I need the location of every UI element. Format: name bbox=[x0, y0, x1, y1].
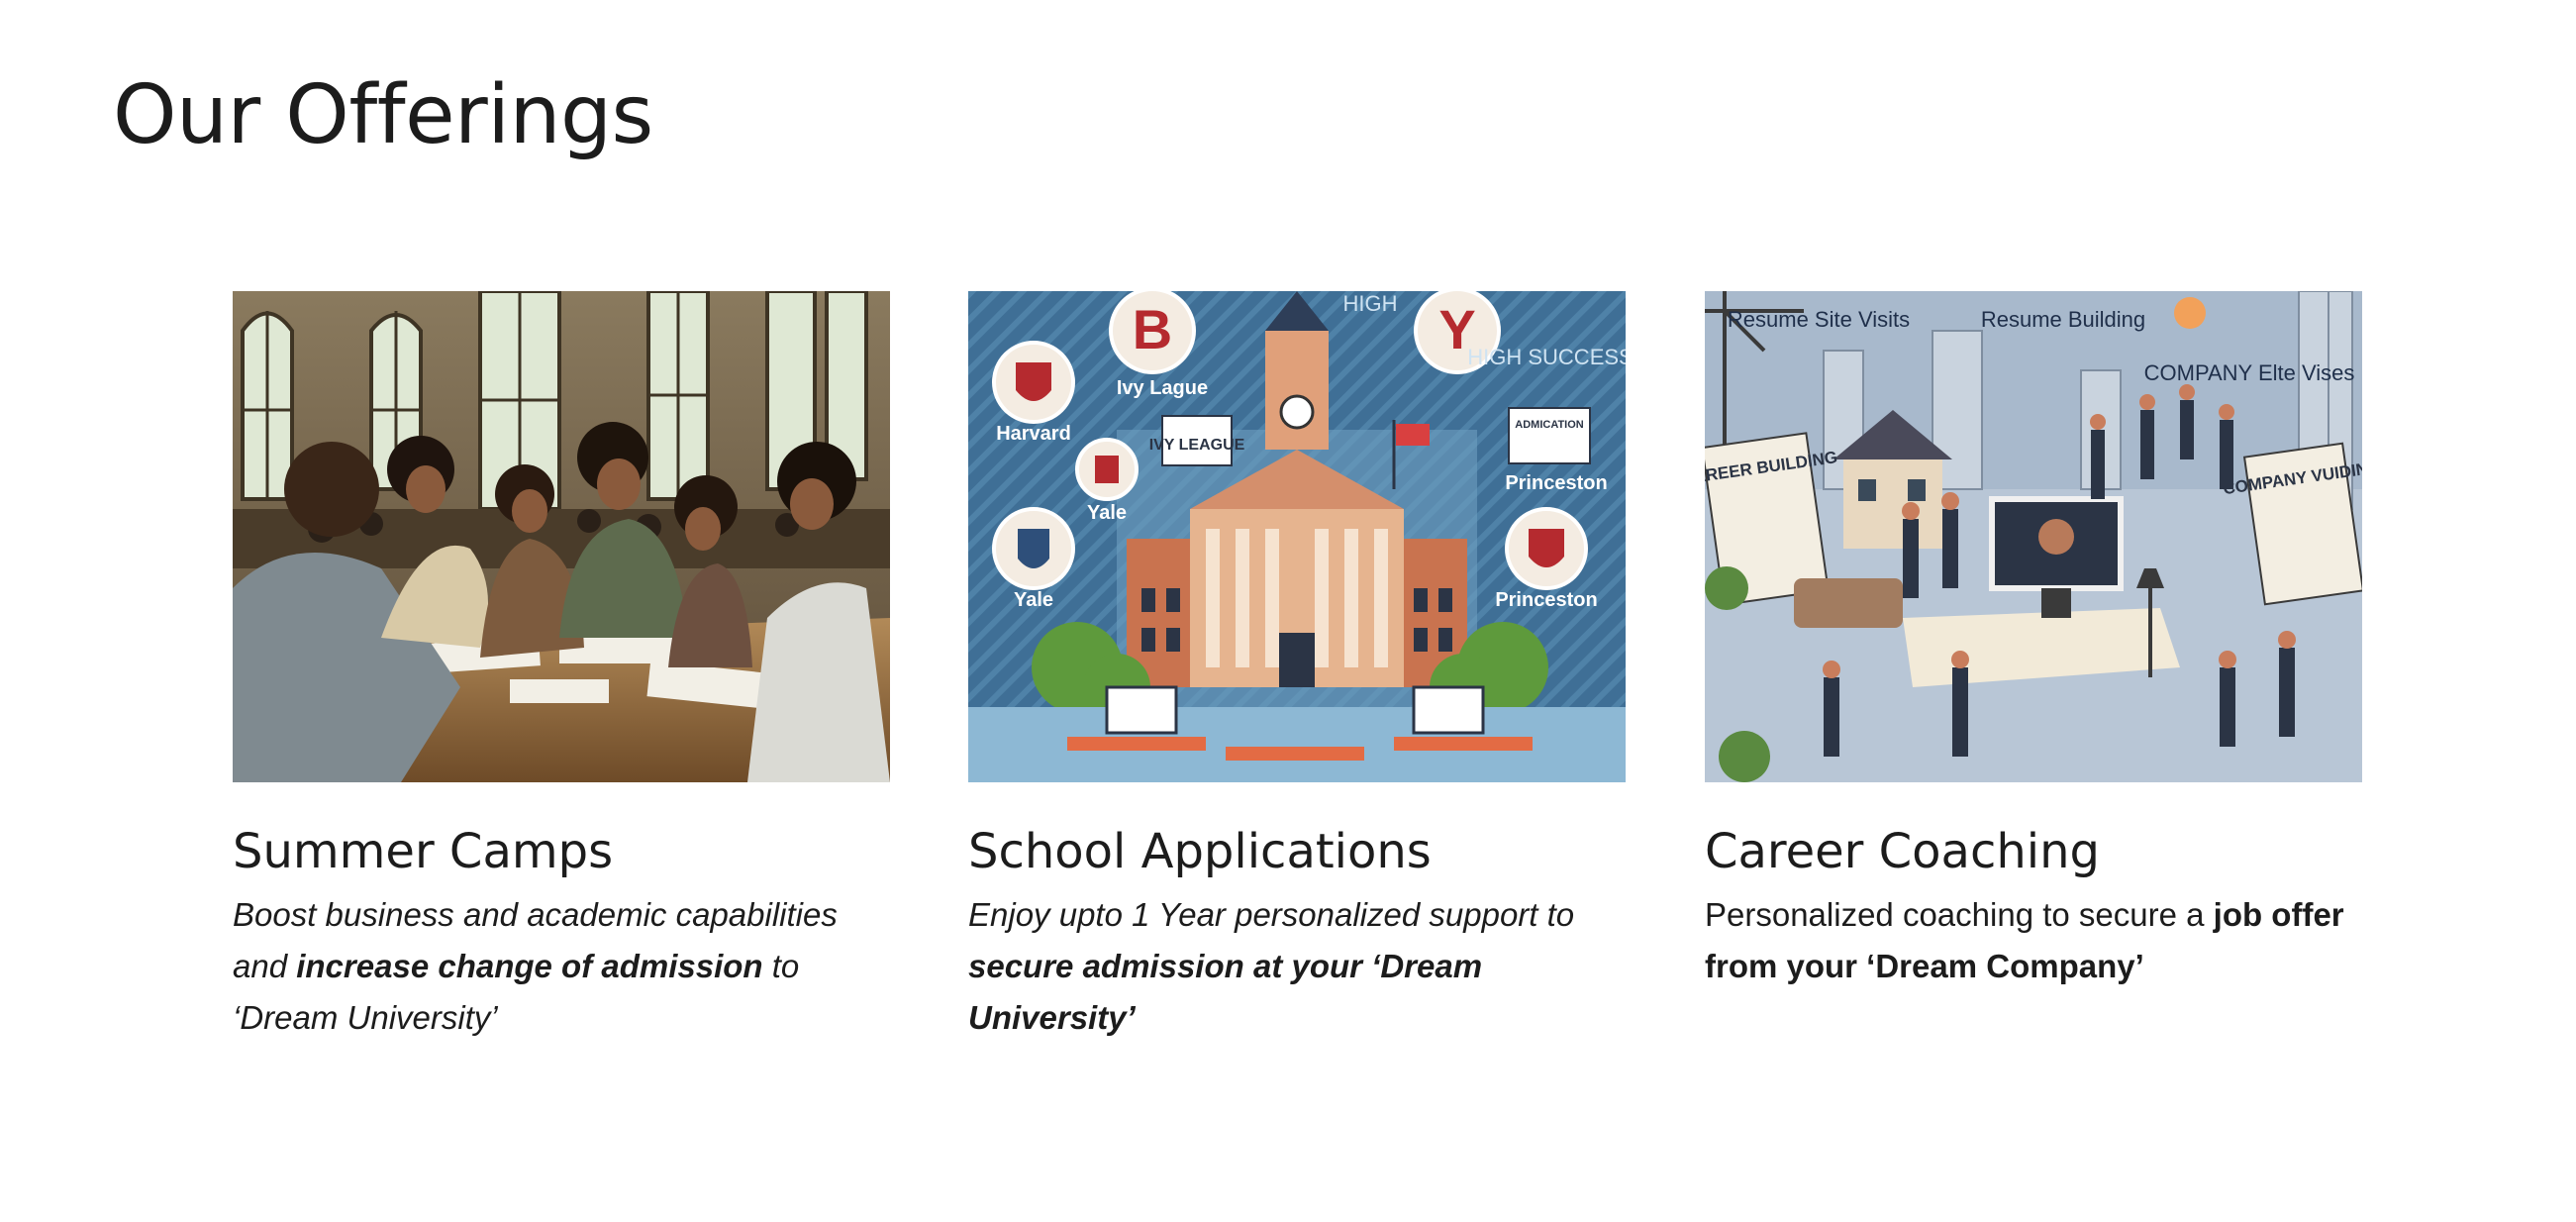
offering-card-career-coaching[interactable]: CAREER BUILDING COMPANY VUIDING Resume S… bbox=[1705, 291, 2362, 992]
card-description: Enjoy upto 1 Year personalized support t… bbox=[968, 896, 1575, 1036]
image-label: HIGH bbox=[1343, 291, 1398, 316]
image-label: Yale bbox=[1087, 502, 1127, 524]
offering-card-school-applications[interactable]: B Y Harvard Ivy Lague Yale Yale Princest… bbox=[968, 291, 1626, 1044]
card-title: School Applications bbox=[968, 824, 1432, 879]
image-label: Princeston bbox=[1495, 589, 1597, 611]
school-applications-image[interactable]: B Y Harvard Ivy Lague Yale Yale Princest… bbox=[968, 291, 1626, 782]
offering-card-summer-camps[interactable]: Summer Camps Boost business and academic… bbox=[233, 291, 890, 1044]
career-coaching-image[interactable]: CAREER BUILDING COMPANY VUIDING Resume S… bbox=[1705, 291, 2362, 782]
card-description-highlight: increase change of admission bbox=[296, 948, 763, 984]
image-label: Resume Site Visits bbox=[1728, 307, 1910, 332]
card-description-highlight: secure admission at your ‘Dream Universi… bbox=[968, 948, 1483, 1036]
image-label: IVY LEAGUE bbox=[1149, 437, 1245, 454]
card-title: Career Coaching bbox=[1705, 824, 2100, 879]
image-label: COMPANY Elte Vises bbox=[2144, 360, 2355, 385]
page-title: Our Offerings bbox=[113, 68, 653, 162]
image-label: Ivy Lague bbox=[1117, 377, 1208, 399]
image-label: Yale bbox=[1014, 589, 1053, 611]
image-label: ADMICATION bbox=[1515, 419, 1584, 431]
image-label: Harvard bbox=[996, 423, 1071, 445]
summer-camps-image[interactable] bbox=[233, 291, 890, 782]
card-description: Boost business and academic capabilities… bbox=[233, 896, 838, 1036]
image-label: Resume Building bbox=[1981, 307, 2145, 332]
svg-text:B: B bbox=[1133, 298, 1172, 360]
image-label: HIGH SUCCESS bbox=[1467, 345, 1626, 369]
card-title: Summer Camps bbox=[233, 824, 614, 879]
card-description: Personalized coaching to secure a job of… bbox=[1705, 896, 2344, 984]
image-label: Princeston bbox=[1505, 472, 1607, 494]
offerings-grid: Summer Camps Boost business and academic… bbox=[233, 291, 2363, 1064]
